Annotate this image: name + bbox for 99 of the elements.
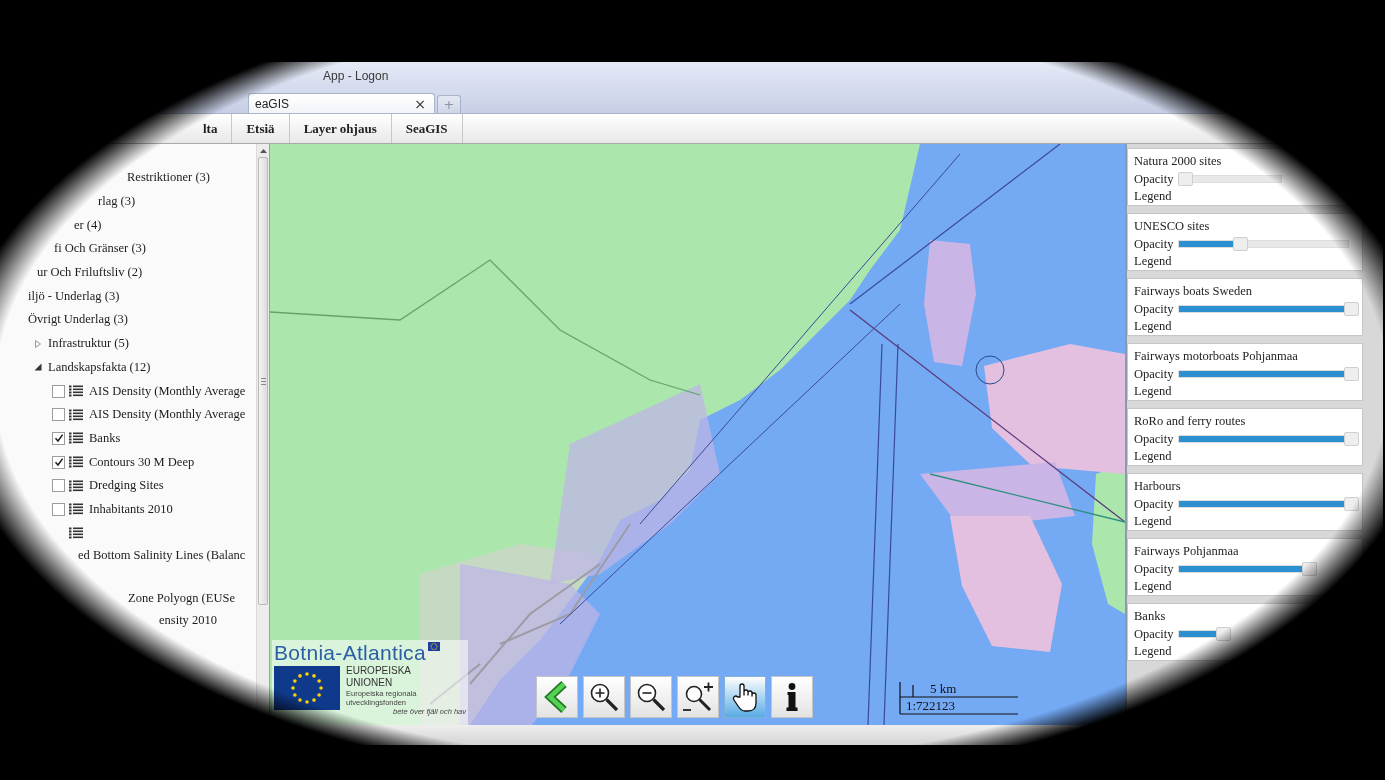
layer-label[interactable]: Banks — [89, 430, 121, 446]
checkbox[interactable] — [52, 431, 65, 445]
checkbox[interactable] — [52, 408, 65, 422]
list-icon — [69, 527, 83, 540]
opacity-label: Opacity — [1134, 301, 1175, 317]
menu-item[interactable]: Layer ohjaus — [289, 114, 392, 143]
zoom-out-button[interactable] — [630, 676, 672, 718]
layer-group-label[interactable]: rlag (3) — [98, 194, 136, 210]
layer-title: Natura 2000 sites — [1134, 153, 1223, 170]
window-title: App - Logon — [323, 69, 389, 83]
layer-title: RoRo and ferry routes — [1134, 413, 1247, 430]
menu-item[interactable]: Etsiä — [232, 114, 290, 143]
layer-label[interactable]: Inhabitants 2010 — [89, 501, 173, 517]
opacity-slider[interactable] — [1178, 302, 1359, 316]
list-icon — [69, 456, 83, 469]
opacity-label: Opacity — [1134, 626, 1175, 642]
triangle-right-icon[interactable] — [34, 339, 42, 348]
legend-link[interactable]: Legend — [1134, 643, 1172, 660]
checkbox[interactable] — [52, 384, 65, 398]
list-icon — [69, 432, 83, 445]
legend-link[interactable]: Legend — [1134, 383, 1172, 400]
layer-title: Fairways Pohjanmaa — [1134, 543, 1240, 560]
list-icon — [69, 503, 83, 516]
opacity-slider[interactable] — [1178, 432, 1359, 446]
layer-label[interactable]: Contours 30 M Deep — [89, 454, 195, 470]
menu-item[interactable]: lta — [189, 114, 233, 143]
logo-text: Botnia-Atlantica — [274, 642, 426, 664]
list-icon — [69, 408, 83, 421]
layer-label[interactable]: AIS Density (Monthly Average — [89, 407, 246, 423]
layer-title: Banks — [1134, 608, 1167, 625]
opacity-slider[interactable] — [1178, 237, 1349, 251]
slider-handle[interactable] — [1344, 497, 1359, 511]
legend-link[interactable]: Legend — [1134, 253, 1172, 270]
layer-group-label[interactable]: Infrastruktur (5) — [48, 336, 129, 352]
layer-label[interactable]: Dredging Sites — [89, 478, 164, 494]
zoom-out-icon — [635, 681, 667, 713]
opacity-label: Opacity — [1134, 561, 1175, 577]
slider-handle[interactable] — [1344, 302, 1359, 316]
list-icon — [69, 479, 83, 492]
opacity-slider[interactable] — [1178, 497, 1359, 511]
arrow-up-icon[interactable] — [259, 149, 267, 153]
slider-handle[interactable] — [1344, 367, 1359, 381]
layer-title: Fairways motorboats Pohjanmaa — [1134, 348, 1299, 365]
info-button[interactable] — [771, 676, 813, 718]
scrollbar-thumb[interactable] — [258, 157, 268, 605]
layer-group-label[interactable]: iljö - Underlag (3) — [28, 288, 120, 304]
slider-handle[interactable] — [1216, 627, 1231, 641]
slider-handle[interactable] — [1233, 237, 1248, 251]
scale-distance: 5 km — [930, 682, 957, 696]
flag-icon — [427, 642, 440, 651]
pan-button[interactable] — [724, 676, 766, 718]
layer-title: UNESCO sites — [1134, 218, 1211, 235]
legend-link[interactable]: Legend — [1134, 188, 1172, 205]
logo-caption: EUROPEISKA — [346, 665, 413, 677]
layer-group-label[interactable]: ur Och Friluftsliv (2) — [37, 265, 143, 281]
menu-item[interactable]: SeaGIS — [391, 114, 463, 143]
opacity-slider[interactable] — [1178, 562, 1317, 576]
flag-icon — [274, 666, 340, 710]
triangle-down-icon[interactable] — [34, 363, 42, 372]
slider-handle[interactable] — [1344, 432, 1359, 446]
layer-group-label[interactable]: Restriktioner (3) — [127, 170, 210, 186]
scale-ratio: 1:722123 — [906, 699, 956, 713]
list-icon — [69, 385, 83, 398]
zoom-in-icon — [588, 681, 620, 713]
layer-title: Fairways boats Sweden — [1134, 283, 1254, 300]
opacity-slider[interactable] — [1178, 627, 1231, 641]
legend-link[interactable]: Legend — [1134, 578, 1172, 595]
opacity-label: Opacity — [1134, 171, 1175, 187]
close-button[interactable]: × — [412, 96, 428, 111]
zoom-extent-button[interactable] — [677, 676, 719, 718]
checkbox[interactable] — [52, 502, 65, 516]
slider-handle[interactable] — [1302, 562, 1317, 576]
opacity-slider[interactable] — [1178, 367, 1359, 381]
opacity-label: Opacity — [1134, 366, 1175, 382]
layer-group-label[interactable]: er (4) — [74, 217, 102, 233]
legend-link[interactable]: Legend — [1134, 318, 1172, 335]
slider-handle[interactable] — [1178, 172, 1193, 186]
layer-label[interactable]: ed Bottom Salinity Lines (Balanc — [78, 547, 246, 563]
zoom-plus-minus-icon — [682, 681, 714, 713]
layer-group-label[interactable]: fi Och Gränser (3) — [54, 241, 146, 257]
layer-group-label[interactable]: Övrigt Underlag (3) — [28, 312, 128, 328]
legend-link[interactable]: Legend — [1134, 513, 1172, 530]
layer-label[interactable]: ensity 2010 — [159, 613, 217, 629]
legend-link[interactable]: Legend — [1134, 448, 1172, 465]
checkbox[interactable] — [52, 479, 65, 493]
opacity-slider[interactable] — [1178, 172, 1282, 186]
opacity-label: Opacity — [1134, 236, 1175, 252]
opacity-label: Opacity — [1134, 431, 1175, 447]
map-drawing[interactable] — [270, 144, 1125, 725]
back-button[interactable] — [536, 676, 578, 718]
layer-group-label[interactable]: Landskapsfakta (12) — [48, 359, 151, 375]
layer-label[interactable]: Zone Polyogn (EUSe — [128, 591, 235, 607]
layer-label[interactable]: AIS Density (Monthly Average — [89, 383, 246, 399]
layer-title: Harbours — [1134, 478, 1182, 495]
browser-tab[interactable]: eaGIS × — [248, 93, 435, 113]
zoom-in-button[interactable] — [583, 676, 625, 718]
opacity-label: Opacity — [1134, 496, 1175, 512]
logo-caption: UNIONEN — [346, 677, 394, 689]
checkbox[interactable] — [52, 455, 65, 469]
